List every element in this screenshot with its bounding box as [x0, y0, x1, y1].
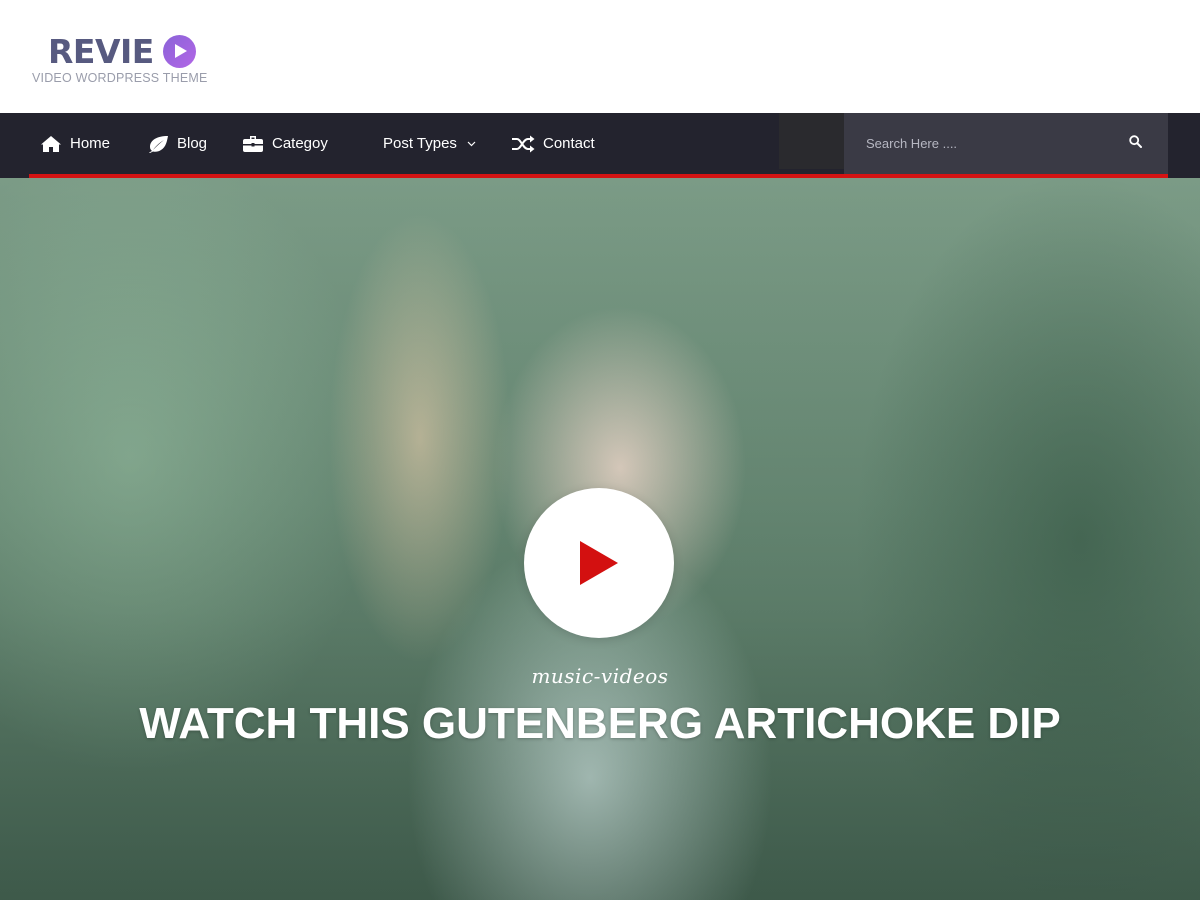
nav-label-home: Home: [70, 135, 111, 152]
search-icon: [1128, 135, 1142, 151]
briefcase-icon: [242, 135, 264, 153]
nav-label-blog: Blog: [177, 135, 208, 152]
home-icon: [40, 135, 62, 153]
site-header: REVIE VIDEO WORDPRESS THEME: [0, 0, 1200, 113]
chevron-down-icon: [467, 141, 476, 147]
nav-item-contact[interactable]: Contact: [511, 113, 595, 174]
nav-inner: Home Blog Categoy Post Types Contact: [29, 113, 1168, 178]
post-title[interactable]: WATCH THIS GUTENBERG ARTICHOKE DIP: [0, 698, 1200, 750]
post-category-link[interactable]: music-videos: [0, 664, 1200, 688]
logo-wordmark: REVIE: [48, 32, 154, 71]
main-navigation: Home Blog Categoy Post Types Contact: [0, 113, 1200, 178]
nav-item-post-types[interactable]: Post Types: [383, 113, 476, 174]
search-form: [844, 113, 1168, 174]
play-circle-icon: [163, 35, 196, 68]
logo-tagline: VIDEO WORDPRESS THEME: [32, 71, 208, 85]
nav-item-blog[interactable]: Blog: [147, 113, 207, 174]
nav-label-category: Categoy: [272, 135, 328, 152]
nav-item-home[interactable]: Home: [40, 113, 110, 174]
search-button[interactable]: [1120, 128, 1150, 158]
nav-item-category[interactable]: Categoy: [242, 113, 328, 174]
play-video-button[interactable]: [524, 488, 674, 638]
nav-label-contact: Contact: [543, 135, 595, 152]
site-logo[interactable]: REVIE VIDEO WORDPRESS THEME: [32, 30, 222, 90]
nav-spacer: [779, 113, 844, 169]
search-input[interactable]: [866, 128, 1116, 158]
shuffle-icon: [511, 135, 535, 153]
leaf-icon: [147, 135, 169, 153]
nav-label-post-types: Post Types: [383, 135, 457, 152]
hero-featured-post: music-videos WATCH THIS GUTENBERG ARTICH…: [0, 178, 1200, 900]
